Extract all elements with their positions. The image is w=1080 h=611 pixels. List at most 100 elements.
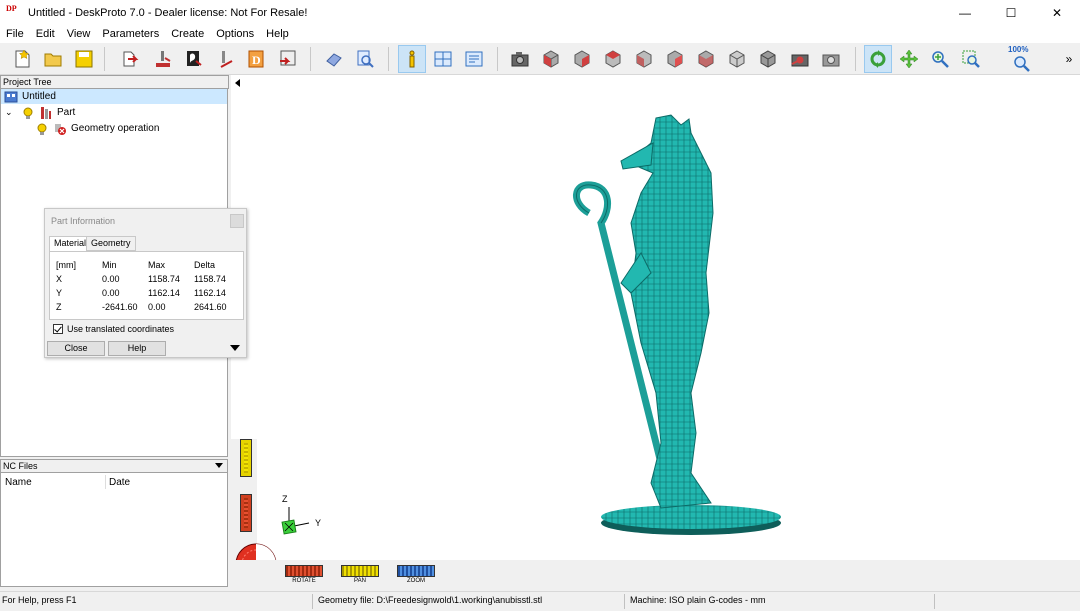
- create-nc-button[interactable]: D: [242, 45, 270, 73]
- 3d-viewport[interactable]: Z Y: [231, 75, 1080, 585]
- pan-slider[interactable]: [341, 565, 379, 577]
- view-bottom-button[interactable]: [723, 45, 751, 73]
- move-arrows-icon: [899, 49, 919, 69]
- rotate-vertical-slider[interactable]: [240, 494, 252, 532]
- rotate-mode-button[interactable]: [864, 45, 892, 73]
- nc-col-name[interactable]: Name: [5, 477, 32, 488]
- help-button[interactable]: Help: [108, 341, 166, 356]
- view-top-button[interactable]: [692, 45, 720, 73]
- camera-gray-icon: [822, 54, 840, 67]
- row-z-delta: 2641.60: [194, 302, 227, 312]
- nc-files-header[interactable]: NC Files: [0, 459, 228, 473]
- tree-item-project[interactable]: Untitled: [1, 89, 227, 104]
- menu-edit[interactable]: Edit: [30, 25, 61, 43]
- erase-button[interactable]: [320, 45, 348, 73]
- save-nc-button[interactable]: [273, 45, 301, 73]
- magnifier-doc-icon: [357, 50, 374, 68]
- rotate-slider[interactable]: [285, 565, 323, 577]
- save-icon: [75, 50, 93, 68]
- maximize-button[interactable]: ☐: [988, 0, 1034, 25]
- cube-right-icon: [667, 50, 683, 68]
- dialog-close-box[interactable]: [230, 214, 244, 228]
- tab-geometry[interactable]: Geometry: [86, 236, 136, 251]
- bitmap-icon: [187, 51, 202, 66]
- zoom-slider[interactable]: [397, 565, 435, 577]
- toolbar-overflow-button[interactable]: »: [1060, 45, 1078, 73]
- close-window-button[interactable]: ✕: [1034, 0, 1080, 25]
- layout-button[interactable]: [429, 45, 457, 73]
- menu-parameters[interactable]: Parameters: [96, 25, 165, 43]
- row-x-min: 0.00: [102, 274, 120, 284]
- preview-button[interactable]: [351, 45, 379, 73]
- view-solid-button[interactable]: [754, 45, 782, 73]
- part-info-button[interactable]: [398, 45, 426, 73]
- rotate-arrows-icon: [870, 50, 886, 68]
- close-button[interactable]: Close: [47, 341, 105, 356]
- menu-options[interactable]: Options: [210, 25, 260, 43]
- zoom-fit-icon: [1014, 56, 1030, 72]
- properties-button[interactable]: [460, 45, 488, 73]
- screenshot-button[interactable]: [786, 45, 814, 73]
- nc-col-date[interactable]: Date: [109, 477, 130, 488]
- translated-coords-option[interactable]: Use translated coordinates: [53, 324, 174, 334]
- cube-left-icon: [636, 50, 652, 68]
- nc-files-list: Name Date: [0, 473, 228, 587]
- open-project-button[interactable]: [39, 45, 67, 73]
- bitmap-button[interactable]: [180, 45, 208, 73]
- view-right-button[interactable]: [661, 45, 689, 73]
- minimize-button[interactable]: —: [942, 0, 988, 25]
- dialog-title: Part Information: [51, 216, 116, 226]
- view-back-button[interactable]: [599, 45, 627, 73]
- lightbulb-icon[interactable]: [35, 122, 49, 136]
- menu-create[interactable]: Create: [165, 25, 210, 43]
- axis-y-label: Y: [315, 518, 322, 528]
- window-title: Untitled - DeskProto 7.0 - Dealer licens…: [28, 6, 308, 19]
- expand-arrow-icon[interactable]: [230, 345, 240, 351]
- tree-item-part[interactable]: ⌄ Part: [5, 105, 75, 120]
- cube-solid-icon: [760, 50, 776, 68]
- nc-file-icon: D: [248, 50, 264, 68]
- zoom-100-button[interactable]: 100%: [1005, 45, 1037, 73]
- camera-view-button[interactable]: [506, 45, 534, 73]
- tree-item-part-label: Part: [57, 107, 76, 118]
- header-max: Max: [148, 260, 166, 270]
- toolpath-button[interactable]: [212, 45, 240, 73]
- view-iso-button[interactable]: [537, 45, 565, 73]
- window-controls: — ☐ ✕: [942, 0, 1080, 25]
- menu-file[interactable]: File: [0, 25, 30, 43]
- view-front-button[interactable]: [568, 45, 596, 73]
- pan-vertical-slider[interactable]: [240, 439, 252, 477]
- new-project-button[interactable]: [8, 45, 36, 73]
- zoom-100-label: 100%: [1008, 45, 1029, 54]
- save-project-button[interactable]: [70, 45, 98, 73]
- load-geometry-button[interactable]: [116, 45, 144, 73]
- tree-item-geometry-operation[interactable]: Geometry operation: [35, 121, 159, 136]
- pan-mode-button[interactable]: [895, 45, 923, 73]
- menu-help[interactable]: Help: [260, 25, 295, 43]
- part-icon: [41, 106, 51, 119]
- view-left-button[interactable]: [630, 45, 658, 73]
- anubis-model: [573, 114, 781, 535]
- dimensions-table: [mm] Min Max Delta X 0.00 1158.74 1158.7…: [49, 251, 244, 320]
- camera-settings-button[interactable]: [817, 45, 845, 73]
- zoom-window-button[interactable]: [957, 45, 985, 73]
- chevron-down-icon[interactable]: ⌄: [5, 107, 17, 118]
- cube-bottom-icon: [729, 50, 745, 68]
- main-toolbar: D 100% »: [0, 43, 1080, 75]
- camera-icon: [511, 52, 529, 67]
- view-controls-strip: [231, 439, 277, 585]
- dropdown-arrow-icon[interactable]: [215, 463, 223, 468]
- header-min: Min: [102, 260, 117, 270]
- translated-coords-checkbox[interactable]: [53, 324, 63, 334]
- row-z-min: -2641.60: [102, 302, 138, 312]
- tab-material[interactable]: Material: [49, 236, 92, 252]
- menu-view[interactable]: View: [61, 25, 97, 43]
- zoom-mode-button[interactable]: [926, 45, 954, 73]
- lightbulb-icon[interactable]: [21, 106, 35, 120]
- part-information-dialog: Part Information Material Geometry [mm] …: [44, 208, 247, 358]
- operation-button[interactable]: [149, 45, 177, 73]
- toolpath-icon: [220, 51, 233, 68]
- nc-files-title: NC Files: [3, 461, 38, 471]
- collapse-panel-icon[interactable]: [235, 79, 240, 87]
- project-icon: [4, 91, 18, 102]
